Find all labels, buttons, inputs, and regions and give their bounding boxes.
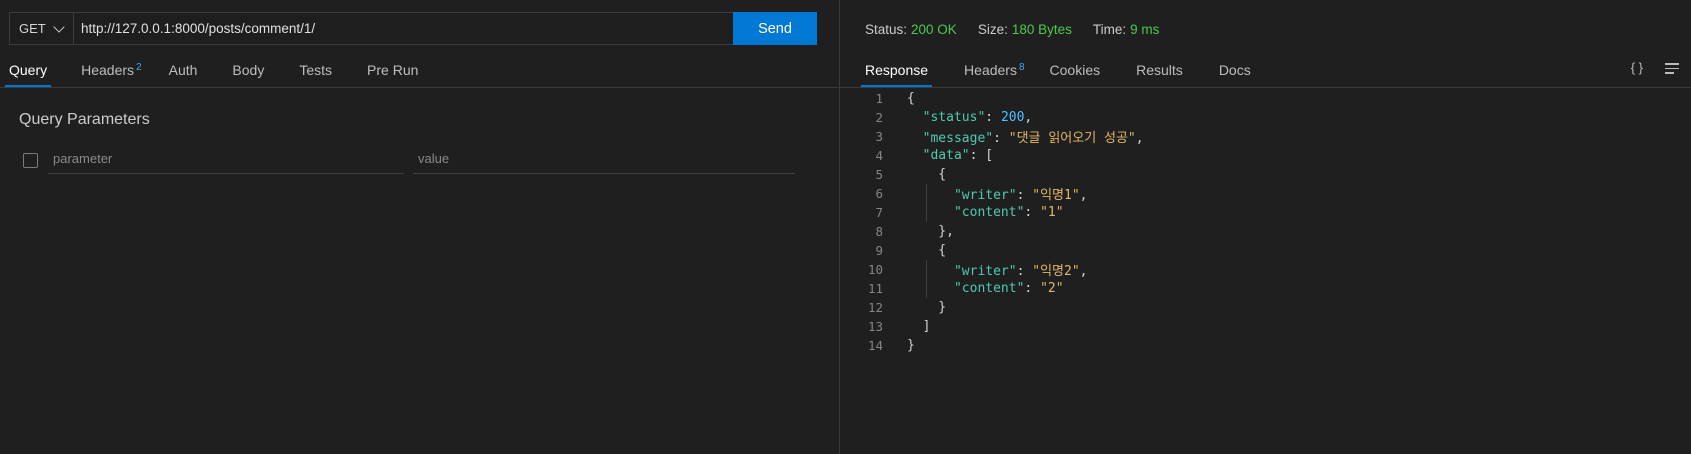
line-number: 9 <box>875 243 883 258</box>
tab-results[interactable]: Results <box>1136 52 1183 87</box>
code-text: "message": "댓글 읽어오기 성공", <box>922 131 1144 146</box>
tab-cookies-label: Cookies <box>1049 61 1101 78</box>
line-number: 12 <box>867 300 883 315</box>
tab-pre-run[interactable]: Pre Run <box>367 52 418 87</box>
code-text: ] <box>907 319 931 334</box>
line-number: 7 <box>875 205 883 220</box>
format-json-icon[interactable]: { } <box>1631 60 1643 75</box>
tab-headers[interactable]: Headers 2 <box>81 52 141 87</box>
tab-headers-badge: 2 <box>136 62 142 73</box>
param-enable-checkbox[interactable] <box>23 153 38 168</box>
value-input[interactable]: value <box>413 144 795 174</box>
code-line: 2 "status": 200, <box>840 108 1144 127</box>
code-line: 3 "message": "댓글 읽어오기 성공", <box>840 127 1144 146</box>
line-number: 11 <box>867 281 883 296</box>
wrap-lines-icon[interactable] <box>1665 63 1679 74</box>
code-text: "writer": "익명1", <box>953 188 1088 203</box>
code-text: } <box>907 338 915 353</box>
send-button[interactable]: Send <box>733 12 817 45</box>
line-number: 5 <box>875 167 883 182</box>
tab-response-headers-label: Headers <box>964 61 1017 78</box>
tab-response-label: Response <box>865 61 929 78</box>
code-line: 14} <box>840 336 1144 355</box>
chevron-down-icon <box>53 20 65 33</box>
size-value: 180 Bytes <box>1011 22 1072 37</box>
tab-response-headers-badge: 8 <box>1018 62 1025 73</box>
code-text: "data": [ <box>922 148 994 163</box>
code-line: 5 { <box>840 165 1144 184</box>
tab-cookies[interactable]: Cookies <box>1050 52 1101 87</box>
query-parameters-title: Query Parameters <box>19 111 150 128</box>
tab-docs-label: Docs <box>1218 61 1251 78</box>
tab-query[interactable]: Query <box>4 52 52 87</box>
status-label: Status: <box>865 22 908 37</box>
status-value: 200 OK <box>911 22 957 37</box>
indent-guide <box>926 184 927 222</box>
request-panel: GET http://127.0.0.1:8000/posts/comment/… <box>0 0 840 454</box>
parameter-input[interactable]: parameter <box>48 144 404 174</box>
request-tabs: Query Headers 2 Auth Body Tests Pre Run <box>0 52 418 87</box>
tab-headers-label: Headers <box>81 61 135 78</box>
tabs-divider <box>0 87 839 88</box>
tab-tests-label: Tests <box>299 61 333 78</box>
line-number: 8 <box>875 224 883 239</box>
line-number: 13 <box>867 319 883 334</box>
line-number: 6 <box>875 186 883 201</box>
code-line: 8 }, <box>840 222 1144 241</box>
tab-body-label: Body <box>232 61 265 78</box>
tab-pre-run-label: Pre Run <box>367 61 419 78</box>
code-line: 9 { <box>840 241 1144 260</box>
request-bar: GET http://127.0.0.1:8000/posts/comment/… <box>9 12 817 45</box>
code-line: 13 ] <box>840 317 1144 336</box>
code-text: { <box>907 167 947 182</box>
code-text: }, <box>907 224 954 239</box>
response-status-line: Status: 200 OK Size: 180 Bytes Time: 9 m… <box>865 22 1180 37</box>
indent-guide <box>926 260 927 298</box>
line-number: 2 <box>875 110 883 125</box>
code-text: "content": "1" <box>953 205 1064 220</box>
code-line: 4 "data": [ <box>840 146 1144 165</box>
line-number: 4 <box>875 148 883 163</box>
code-text: { <box>907 91 915 106</box>
code-text: { <box>907 243 947 258</box>
tab-tests[interactable]: Tests <box>299 52 332 87</box>
tab-docs[interactable]: Docs <box>1219 52 1251 87</box>
line-number: 3 <box>875 129 883 144</box>
code-text: "status": 200, <box>922 110 1033 125</box>
response-tabs: Response Headers 8 Cookies Results Docs <box>840 52 1251 87</box>
line-number: 1 <box>875 91 883 106</box>
code-line: 6 "writer": "익명1", <box>840 184 1144 203</box>
response-tabs-divider <box>840 87 1691 88</box>
code-text: "content": "2" <box>953 281 1064 296</box>
code-line: 7 "content": "1" <box>840 203 1144 222</box>
tab-query-label: Query <box>9 61 48 78</box>
method-select[interactable]: GET <box>10 13 74 44</box>
tab-auth[interactable]: Auth <box>169 52 198 87</box>
line-number: 14 <box>867 338 883 353</box>
method-label: GET <box>19 21 46 36</box>
time-label: Time: <box>1092 22 1127 37</box>
line-number: 10 <box>867 262 883 277</box>
code-line: 10 "writer": "익명2", <box>840 260 1144 279</box>
size-label: Size: <box>977 22 1008 37</box>
code-text: "writer": "익명2", <box>953 264 1088 279</box>
code-line: 12 } <box>840 298 1144 317</box>
tab-results-label: Results <box>1136 61 1183 78</box>
tab-response[interactable]: Response <box>860 52 933 87</box>
response-tools: { } <box>1631 60 1679 75</box>
code-line: 1{ <box>840 89 1144 108</box>
code-text: } <box>907 300 947 315</box>
tab-response-headers[interactable]: Headers 8 <box>964 52 1024 87</box>
code-line: 11 "content": "2" <box>840 279 1144 298</box>
time-value: 9 ms <box>1130 22 1160 37</box>
tab-auth-label: Auth <box>168 61 198 78</box>
response-body: 1{2 "status": 200, 3 "message": "댓글 읽어오기 … <box>840 89 1144 355</box>
response-panel: Status: 200 OK Size: 180 Bytes Time: 9 m… <box>840 0 1691 454</box>
url-input[interactable]: http://127.0.0.1:8000/posts/comment/1/ <box>74 13 733 44</box>
tab-body[interactable]: Body <box>232 52 264 87</box>
thunder-client-view: GET http://127.0.0.1:8000/posts/comment/… <box>0 0 1691 454</box>
